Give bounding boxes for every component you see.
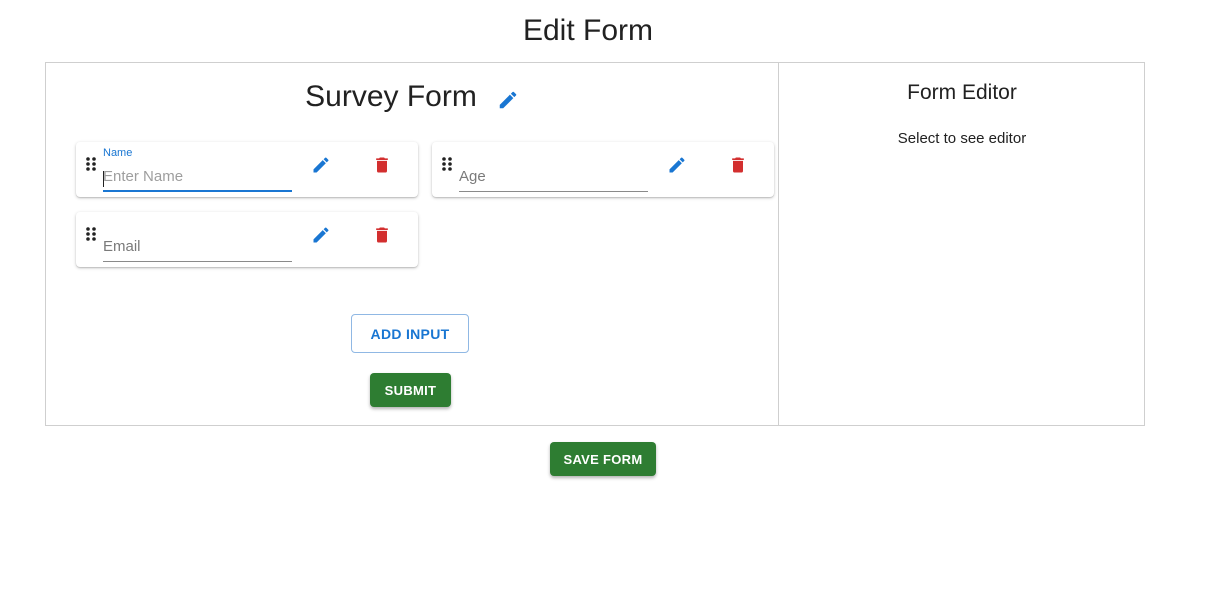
delete-field-icon[interactable]	[371, 224, 393, 246]
drag-handle-icon[interactable]	[441, 156, 453, 172]
edit-field-icon[interactable]	[666, 154, 688, 176]
text-caret	[103, 171, 104, 187]
delete-field-icon[interactable]	[371, 154, 393, 176]
save-form-button[interactable]: SAVE FORM	[550, 442, 656, 476]
panel-divider	[778, 62, 779, 426]
submit-button[interactable]: SUBMIT	[370, 373, 451, 407]
form-editor-hint: Select to see editor	[897, 130, 1027, 147]
field-card-name[interactable]: Name	[76, 142, 418, 197]
form-title-row: Survey Form	[46, 80, 778, 114]
email-input[interactable]	[103, 236, 292, 262]
email-field-wrapper	[103, 216, 292, 262]
delete-field-icon[interactable]	[727, 154, 749, 176]
age-field-wrapper	[459, 146, 648, 192]
page-title: Edit Form	[522, 14, 654, 47]
age-input[interactable]	[459, 166, 648, 192]
name-field-wrapper: Name	[103, 146, 292, 192]
edit-field-icon[interactable]	[310, 154, 332, 176]
name-input[interactable]	[103, 166, 292, 192]
name-field-label: Name	[103, 147, 133, 159]
field-card-age[interactable]	[432, 142, 774, 197]
form-title: Survey Form	[305, 80, 477, 113]
form-editor-title: Form Editor	[907, 81, 1017, 104]
drag-handle-icon[interactable]	[85, 156, 97, 172]
drag-handle-icon[interactable]	[85, 226, 97, 242]
add-input-button[interactable]: ADD INPUT	[351, 314, 469, 353]
edit-field-icon[interactable]	[310, 224, 332, 246]
edit-form-title-icon[interactable]	[497, 89, 519, 111]
field-card-email[interactable]	[76, 212, 418, 267]
